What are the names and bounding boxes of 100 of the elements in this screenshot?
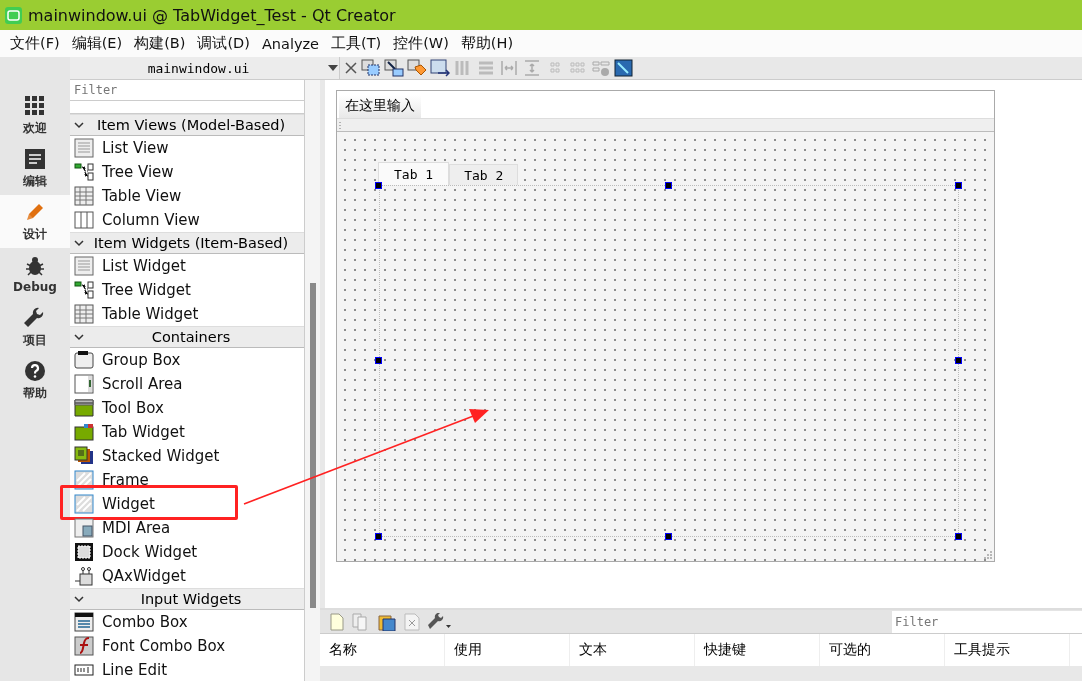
menu-item[interactable]: 构建(B)	[128, 34, 192, 53]
widget-item[interactable]: Table View	[102, 187, 182, 205]
widget-item[interactable]: Tab Widget	[102, 423, 185, 441]
mode-button[interactable]: 编辑	[0, 142, 70, 195]
selection-handle[interactable]	[955, 182, 962, 189]
chevron-down-icon	[74, 332, 84, 342]
menu-placeholder[interactable]: 在这里输入	[339, 95, 421, 118]
menu-item[interactable]: 编辑(E)	[65, 34, 129, 53]
tab-order-icon[interactable]	[430, 59, 450, 77]
tree-icon	[74, 162, 94, 182]
tag-icon[interactable]	[407, 59, 427, 77]
chevron-down-icon	[74, 238, 84, 248]
column-header[interactable]: 名称	[320, 634, 445, 666]
splitter-icon[interactable]	[499, 59, 519, 77]
scroll-area-icon	[74, 374, 94, 394]
menu-item[interactable]: 控件(W)	[387, 34, 455, 53]
chevron-down-icon	[74, 120, 84, 130]
widget-item[interactable]: Group Box	[102, 351, 181, 369]
selection-handle[interactable]	[955, 357, 962, 364]
filter-field[interactable]: Filter	[892, 610, 1082, 633]
widget-item[interactable]: Table Widget	[102, 305, 199, 323]
widget-item[interactable]: Tree View	[102, 163, 174, 181]
widget-item[interactable]: Line Edit	[102, 661, 168, 679]
tab[interactable]: Tab 1	[378, 162, 450, 185]
table-icon	[74, 304, 94, 324]
widget-item[interactable]: List View	[102, 139, 169, 157]
selection-handle[interactable]	[955, 533, 962, 540]
combo-box-icon	[74, 612, 94, 632]
column-header[interactable]: 使用	[445, 634, 570, 666]
bug-icon	[24, 255, 46, 277]
mode-button[interactable]: Debug	[0, 248, 70, 301]
close-icon[interactable]	[344, 61, 358, 75]
menu-item[interactable]: 文件(F)	[4, 34, 66, 53]
widget-item[interactable]: Combo Box	[102, 613, 188, 631]
resize-grip-icon[interactable]	[984, 551, 992, 559]
scrollbar-thumb[interactable]	[310, 283, 317, 608]
widget-item[interactable]: Tool Box	[102, 399, 164, 417]
menu-item[interactable]: 帮助(H)	[454, 34, 520, 53]
rows-layout-icon[interactable]	[476, 59, 496, 77]
category-header[interactable]: Item Views (Model-Based)	[70, 114, 305, 136]
widget-item[interactable]: Dock Widget	[102, 543, 198, 561]
file-combo-box[interactable]: mainwindow.ui	[70, 57, 340, 79]
selection-handle[interactable]	[375, 533, 382, 540]
category-header[interactable]: Item Widgets (Item-Based)	[70, 232, 305, 254]
mode-button[interactable]: 项目	[0, 301, 70, 354]
copy-icon[interactable]	[352, 612, 370, 631]
selection-handle[interactable]	[375, 182, 382, 189]
list-icon	[74, 256, 94, 276]
stacked-icon	[74, 446, 94, 466]
list-icon	[74, 138, 94, 158]
paste-icon[interactable]	[378, 612, 396, 631]
column-header[interactable]: 文本	[570, 634, 695, 666]
columns-icon	[74, 210, 94, 230]
widget-item[interactable]: Scroll Area	[102, 375, 183, 393]
plug-icon	[74, 566, 94, 586]
wrench-icon	[24, 306, 46, 329]
help-icon	[24, 359, 46, 382]
mode-button[interactable]: 帮助	[0, 354, 70, 407]
document-icon	[24, 147, 46, 170]
column-header[interactable]: 快捷键	[695, 634, 820, 666]
grid-icon	[24, 94, 46, 117]
category-header[interactable]: Input Widgets	[70, 588, 305, 610]
selection-handle[interactable]	[375, 357, 382, 364]
tab[interactable]: Tab 2	[449, 164, 519, 185]
caret-icon	[327, 64, 339, 72]
widget-item[interactable]: QAxWidget	[102, 567, 186, 585]
menu-item[interactable]: 工具(T)	[325, 34, 388, 53]
widget-item[interactable]: List Widget	[102, 257, 186, 275]
mode-button[interactable]: 设计	[0, 195, 70, 248]
widget-item[interactable]: Stacked Widget	[102, 447, 220, 465]
group-box-icon	[74, 350, 94, 370]
splitter-vertical-icon[interactable]	[522, 59, 542, 77]
widget-item[interactable]: Column View	[102, 211, 200, 229]
widget-item[interactable]: Tree Widget	[102, 281, 191, 299]
column-header[interactable]: 可选的	[820, 634, 945, 666]
font-icon	[74, 636, 94, 656]
mdi-icon	[74, 518, 94, 538]
table-icon	[74, 186, 94, 206]
selection-handle[interactable]	[665, 533, 672, 540]
mode-button[interactable]: 欢迎	[0, 89, 70, 142]
tree-icon	[74, 280, 94, 300]
folder-icon	[74, 398, 94, 418]
category-header[interactable]: Containers	[70, 326, 305, 348]
hatched-frame-icon	[74, 494, 94, 514]
widget-item[interactable]: Font Combo Box	[102, 637, 226, 655]
delete-icon[interactable]	[404, 612, 420, 631]
widget-item[interactable]: Frame	[102, 471, 149, 489]
edit-signals-icon[interactable]	[384, 59, 404, 77]
selection-handle[interactable]	[665, 182, 672, 189]
menu-item[interactable]: 调试(D)	[191, 34, 256, 53]
widget-item[interactable]: Widget	[102, 495, 155, 513]
widget-item[interactable]: MDI Area	[102, 519, 171, 537]
toolbar-handle-icon	[339, 121, 342, 129]
dock-icon	[74, 542, 94, 562]
adjust-size-icon[interactable]	[614, 59, 634, 77]
menu-item[interactable]: Analyze	[255, 35, 326, 52]
wrench-icon[interactable]	[428, 612, 452, 631]
window-title: mainwindow.ui @ TabWidget_Test - Qt Creator	[28, 5, 396, 25]
new-document-icon[interactable]	[330, 612, 344, 631]
column-header[interactable]: 工具提示	[945, 634, 1070, 666]
